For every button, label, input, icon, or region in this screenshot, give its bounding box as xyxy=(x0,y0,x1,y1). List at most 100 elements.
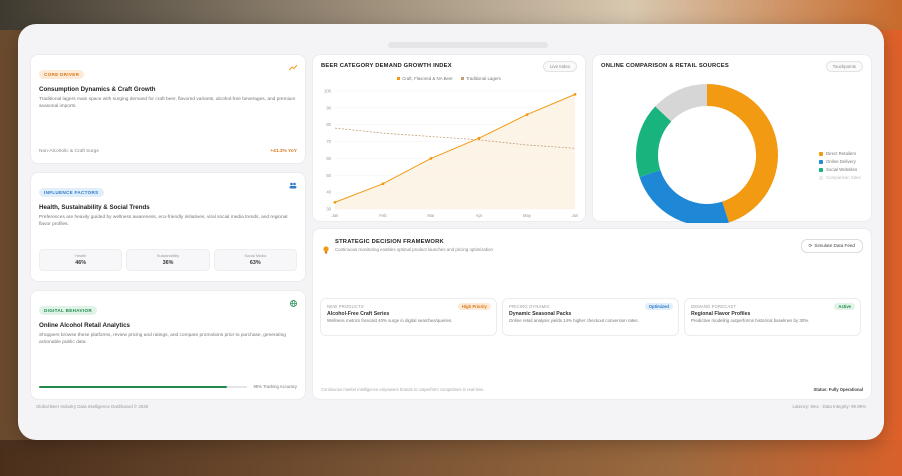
fw-title: Regional Flavor Profiles xyxy=(691,311,751,317)
donut-slice xyxy=(655,84,708,122)
progress-label: 95% Tracking Accuracy xyxy=(253,384,297,389)
core-driver-footer-label: Non-Alcoholic & Craft Surge xyxy=(39,149,99,154)
fw-badge: Optimized xyxy=(644,303,673,310)
donut-legend-row: Online Delivery xyxy=(819,159,861,164)
core-driver-footer: Non-Alcoholic & Craft Surge +41.3% YoY xyxy=(39,149,297,154)
data-point-craft xyxy=(381,182,385,186)
influence-card: INFLUENCE FACTORS Health, Sustainability… xyxy=(30,172,306,282)
touchpoints-pill[interactable]: Touchpoints xyxy=(825,61,863,72)
influence-title: Health, Sustainability & Social Trends xyxy=(39,204,150,211)
framework-status: Status: Fully Operational xyxy=(813,387,863,392)
legend-label: Social Websites xyxy=(826,167,858,172)
data-point-craft xyxy=(429,157,433,160)
core-driver-card: CORE DRIVER Consumption Dynamics & Craft… xyxy=(30,54,306,164)
x-tick-label: Apr xyxy=(476,213,483,218)
donut-card: ONLINE COMPARISON & RETAIL SOURCES Touch… xyxy=(592,54,872,223)
y-tick-label: 90 xyxy=(326,105,331,110)
growth-chart-card: BEER CATEGORY DEMAND GROWTH INDEX Live I… xyxy=(312,54,586,222)
legend-swatch xyxy=(819,151,823,156)
metric-label: Health xyxy=(75,254,87,258)
framework-footnote: Continuous market intelligence empowers … xyxy=(321,387,485,392)
donut-slice xyxy=(636,106,672,177)
background-bottom xyxy=(0,440,902,476)
people-icon xyxy=(289,182,297,191)
digital-tag: DIGITAL BEHAVIOR xyxy=(39,306,97,315)
dashboard-frame: CORE DRIVER Consumption Dynamics & Craft… xyxy=(18,24,884,440)
series-area-craft xyxy=(335,94,575,209)
fw-text: Online retail analysis yields 14% higher… xyxy=(509,318,639,323)
y-tick-label: 40 xyxy=(326,190,331,195)
framework-card-new-products[interactable]: NEW PRODUCTS High Priority Alcohol-Free … xyxy=(320,298,497,336)
y-tick-label: 100 xyxy=(324,89,332,94)
x-tick-label: Jun xyxy=(572,213,579,218)
data-point-craft xyxy=(573,92,577,96)
metric-value: 36% xyxy=(162,260,174,266)
donut-slice xyxy=(706,84,778,223)
y-tick-label: 50 xyxy=(326,173,331,178)
digital-progress-row: 95% Tracking Accuracy xyxy=(39,384,297,389)
framework-subtitle: Continuous monitoring enables optimal pr… xyxy=(335,247,493,252)
framework-title: STRATEGIC DECISION FRAMEWORK xyxy=(335,239,444,245)
simulate-button-label: Simulate Data Feed xyxy=(814,243,855,248)
data-point-craft xyxy=(333,200,337,204)
digital-text: Shoppers browse these platforms, review … xyxy=(39,333,286,345)
donut-legend: Direct Retailers Online Delivery Social … xyxy=(819,151,861,183)
metric-health: Health 46% xyxy=(39,249,123,271)
legend-label: Direct Retailers xyxy=(826,151,857,156)
framework-card-pricing[interactable]: PRICING DYNAMIC Optimized Dynamic Season… xyxy=(502,298,679,336)
influence-tag: INFLUENCE FACTORS xyxy=(39,188,104,197)
donut-legend-row: Comparison Sites xyxy=(819,175,861,180)
metric-value: 46% xyxy=(75,260,87,266)
core-driver-title: Consumption Dynamics & Craft Growth xyxy=(39,86,156,93)
x-tick-label: May xyxy=(523,213,532,218)
globe-icon xyxy=(290,300,297,309)
retail-sources-donut xyxy=(636,84,778,223)
x-tick-label: Jan xyxy=(332,213,339,218)
legend-swatch xyxy=(819,167,823,172)
donut-legend-row: Direct Retailers xyxy=(819,151,861,156)
frame-handle xyxy=(388,42,548,48)
fw-badge: High Priority xyxy=(457,303,491,310)
x-tick-label: Feb xyxy=(379,213,387,218)
influence-metrics: Health 46% Sustainability 36% Social Med… xyxy=(39,249,297,271)
donut-legend-row: Social Websites xyxy=(819,167,861,172)
dashboard-footer-left: Global Beer Industry Data Intelligence D… xyxy=(36,404,149,409)
digital-title: Online Alcohol Retail Analytics xyxy=(39,322,130,329)
progress-fill xyxy=(39,385,227,388)
y-tick-label: 70 xyxy=(326,139,331,144)
donut-slice xyxy=(639,169,729,223)
digital-card: DIGITAL BEHAVIOR Online Alcohol Retail A… xyxy=(30,290,306,400)
lightbulb-icon xyxy=(323,241,329,259)
data-point-craft xyxy=(525,113,529,116)
metric-label: Social Media xyxy=(244,254,267,258)
core-driver-text: Traditional lagers main space with surgi… xyxy=(39,97,296,109)
trend-up-icon xyxy=(288,64,298,73)
y-tick-label: 60 xyxy=(326,156,331,161)
metric-sustainability: Sustainability 36% xyxy=(126,249,210,271)
progress-track xyxy=(39,385,248,388)
core-driver-tag: CORE DRIVER xyxy=(39,70,85,79)
core-driver-footer-value: +41.3% YoY xyxy=(270,149,297,154)
refresh-icon: ⟳ xyxy=(808,243,813,248)
metric-social-media: Social Media 63% xyxy=(213,249,297,271)
fw-text: Predictive modeling outperforms historic… xyxy=(691,318,810,323)
simulate-data-feed-button[interactable]: ⟳ Simulate Data Feed xyxy=(800,239,863,253)
dashboard-footer-right: Latency: 9ms · Data Integrity: 99.99% xyxy=(792,404,866,409)
legend-label: Online Delivery xyxy=(826,159,856,164)
metric-label: Sustainability xyxy=(156,254,180,258)
data-point-craft xyxy=(477,136,481,140)
y-tick-label: 80 xyxy=(326,122,331,127)
legend-swatch xyxy=(819,159,823,164)
y-tick-label: 30 xyxy=(326,207,331,212)
fw-category: DEMAND FORECAST xyxy=(691,304,737,309)
legend-swatch xyxy=(819,175,823,180)
growth-line-chart: 30 40 50 60 70 80 90 100 Jan Feb Mar Apr May Jun xyxy=(324,89,579,219)
fw-text: Wellness metrics forecast 40% surge in d… xyxy=(327,318,453,323)
framework-card-demand[interactable]: DEMAND FORECAST Active Regional Flavor P… xyxy=(684,298,861,336)
fw-title: Alcohol-Free Craft Series xyxy=(327,311,390,317)
metric-value: 63% xyxy=(249,260,261,266)
x-tick-label: Mar xyxy=(427,213,435,218)
fw-title: Dynamic Seasonal Packs xyxy=(509,311,572,317)
influence-text: Preferences are heavily guided by wellne… xyxy=(39,215,288,227)
fw-badge: Active xyxy=(834,303,855,310)
